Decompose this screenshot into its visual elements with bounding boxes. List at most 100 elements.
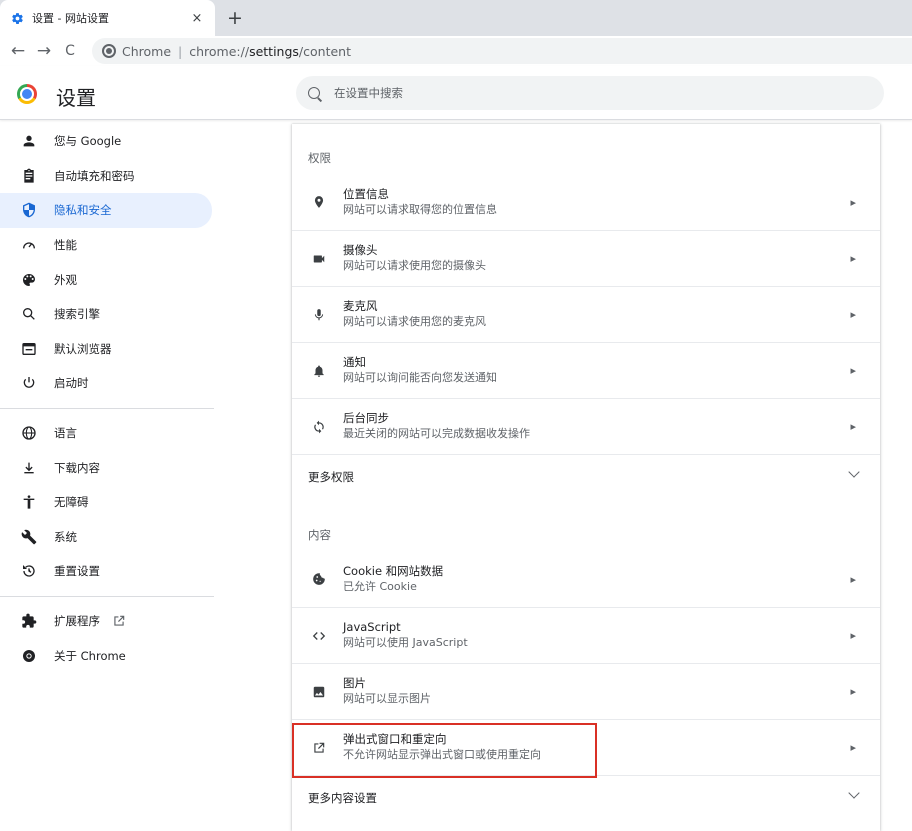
- tab-title: 设置 - 网站设置: [32, 12, 109, 25]
- popup-icon: [310, 739, 328, 757]
- chrome-logo-icon: [17, 84, 37, 104]
- sidebar-item-search-engine[interactable]: 搜索引擎: [0, 297, 212, 332]
- url-scheme: chrome://: [189, 43, 250, 59]
- chevron-right-icon: ▸: [850, 420, 856, 433]
- omnibox-separator: |: [178, 43, 183, 59]
- power-icon: [20, 374, 38, 392]
- sidebar-item-accessibility[interactable]: 无障碍: [0, 485, 212, 520]
- content-row-cookies[interactable]: Cookie 和网站数据 已允许 Cookie ▸: [292, 551, 880, 607]
- sidebar-item-reset[interactable]: 重置设置: [0, 554, 212, 589]
- sidebar-divider: [0, 595, 214, 597]
- sidebar-item-you-and-google[interactable]: 您与 Google: [0, 124, 212, 159]
- active-tab[interactable]: 设置 - 网站设置 ×: [0, 0, 215, 36]
- page-title: 设置: [56, 86, 96, 110]
- sidebar-item-label: 外观: [54, 272, 77, 287]
- site-chip-label: Chrome: [122, 43, 172, 59]
- settings-sidebar: 您与 Google 自动填充和密码 隐私和安全 性能 外观 搜索引擎 默认浏览器…: [0, 124, 214, 673]
- chevron-right-icon: ▸: [850, 629, 856, 642]
- sidebar-item-autofill[interactable]: 自动填充和密码: [0, 159, 212, 194]
- sidebar-item-extensions[interactable]: 扩展程序: [0, 604, 212, 639]
- reload-button[interactable]: C: [57, 38, 83, 64]
- sidebar-item-about-chrome[interactable]: 关于 Chrome: [0, 638, 212, 673]
- cookie-icon: [310, 570, 328, 588]
- open-in-new-icon: [112, 614, 126, 628]
- search-input[interactable]: [334, 86, 834, 100]
- chevron-right-icon: ▸: [850, 685, 856, 698]
- sidebar-item-label: 隐私和安全: [54, 203, 112, 218]
- site-settings-card: 权限 位置信息 网站可以请求取得您的位置信息 ▸ 摄像头 网站可以请求使用您的摄…: [292, 124, 880, 831]
- row-subtitle: 网站可以使用 JavaScript: [343, 636, 468, 649]
- row-subtitle: 网站可以请求使用您的麦克风: [343, 315, 486, 328]
- back-button[interactable]: ←: [5, 38, 31, 64]
- row-title: 摄像头: [343, 243, 378, 257]
- globe-icon: [20, 424, 38, 442]
- accessibility-icon: [20, 493, 38, 511]
- settings-gear-icon: [10, 11, 24, 25]
- browser-toolbar: ← → C Chrome | chrome://settings/content: [0, 36, 912, 66]
- sidebar-item-appearance[interactable]: 外观: [0, 262, 212, 297]
- location-pin-icon: [310, 193, 328, 211]
- settings-header: 设置: [0, 66, 912, 120]
- permission-row-camera[interactable]: 摄像头 网站可以请求使用您的摄像头 ▸: [292, 230, 880, 286]
- code-icon: [310, 627, 328, 645]
- row-title: 图片: [343, 676, 366, 690]
- row-title: JavaScript: [343, 620, 401, 634]
- search-icon: [20, 305, 38, 323]
- row-subtitle: 网站可以请求取得您的位置信息: [343, 202, 497, 216]
- sidebar-item-label: 性能: [54, 238, 77, 253]
- image-icon: [310, 683, 328, 701]
- row-subtitle: 不允许网站显示弹出式窗口或使用重定向: [343, 748, 541, 761]
- sidebar-item-label: 语言: [54, 426, 77, 441]
- row-title: Cookie 和网站数据: [343, 563, 444, 578]
- wrench-icon: [20, 528, 38, 546]
- row-title: 位置信息: [343, 186, 389, 201]
- camera-icon: [310, 250, 328, 268]
- row-subtitle: 网站可以显示图片: [343, 692, 431, 705]
- sidebar-item-system[interactable]: 系统: [0, 520, 212, 555]
- new-tab-button[interactable]: +: [224, 7, 246, 29]
- sidebar-item-languages[interactable]: 语言: [0, 416, 212, 451]
- download-icon: [20, 459, 38, 477]
- chevron-down-icon: [848, 466, 860, 478]
- row-title: 麦克风: [343, 299, 378, 313]
- content-row-popups[interactable]: 弹出式窗口和重定向 不允许网站显示弹出式窗口或使用重定向 ▸: [292, 719, 880, 775]
- address-bar[interactable]: Chrome | chrome://settings/content: [92, 38, 912, 64]
- permissions-section-label: 权限: [308, 151, 331, 165]
- sync-icon: [310, 418, 328, 436]
- palette-icon: [20, 271, 38, 289]
- tab-strip: 设置 - 网站设置 × +: [0, 0, 912, 36]
- chevron-right-icon: ▸: [850, 741, 856, 754]
- permission-row-notifications[interactable]: 通知 网站可以询问能否向您发送通知 ▸: [292, 342, 880, 398]
- content-row-images[interactable]: 图片 网站可以显示图片 ▸: [292, 663, 880, 719]
- clipboard-icon: [20, 167, 38, 185]
- close-tab-icon[interactable]: ×: [189, 10, 205, 26]
- url-path: /content: [298, 43, 351, 59]
- chevron-right-icon: ▸: [850, 308, 856, 321]
- sidebar-item-on-startup[interactable]: 启动时: [0, 366, 212, 401]
- sidebar-item-label: 搜索引擎: [54, 307, 100, 322]
- sidebar-item-privacy[interactable]: 隐私和安全: [0, 193, 212, 228]
- permission-row-background-sync[interactable]: 后台同步 最近关闭的网站可以完成数据收发操作 ▸: [292, 398, 880, 454]
- more-content-settings-expander[interactable]: 更多内容设置: [292, 775, 880, 819]
- permission-row-microphone[interactable]: 麦克风 网站可以请求使用您的麦克风 ▸: [292, 286, 880, 342]
- sidebar-item-label: 扩展程序: [54, 614, 100, 629]
- sidebar-item-default-browser[interactable]: 默认浏览器: [0, 332, 212, 367]
- row-subtitle: 网站可以请求使用您的摄像头: [343, 259, 486, 272]
- sidebar-item-label: 启动时: [54, 376, 89, 391]
- sidebar-item-downloads[interactable]: 下载内容: [0, 450, 212, 485]
- permission-row-location[interactable]: 位置信息 网站可以请求取得您的位置信息 ▸: [292, 174, 880, 230]
- reset-icon: [20, 562, 38, 580]
- more-permissions-expander[interactable]: 更多权限: [292, 454, 880, 498]
- settings-search-box[interactable]: [296, 76, 884, 110]
- content-row-javascript[interactable]: JavaScript 网站可以使用 JavaScript ▸: [292, 607, 880, 663]
- row-subtitle: 最近关闭的网站可以完成数据收发操作: [343, 427, 530, 440]
- row-subtitle: 网站可以询问能否向您发送通知: [343, 371, 497, 384]
- microphone-icon: [310, 306, 328, 324]
- forward-button[interactable]: →: [31, 38, 57, 64]
- row-title: 弹出式窗口和重定向: [343, 732, 447, 746]
- chevron-right-icon: ▸: [850, 252, 856, 265]
- search-icon: [308, 87, 320, 99]
- sidebar-item-performance[interactable]: 性能: [0, 228, 212, 263]
- sidebar-item-label: 默认浏览器: [54, 341, 112, 356]
- chevron-right-icon: ▸: [850, 364, 856, 377]
